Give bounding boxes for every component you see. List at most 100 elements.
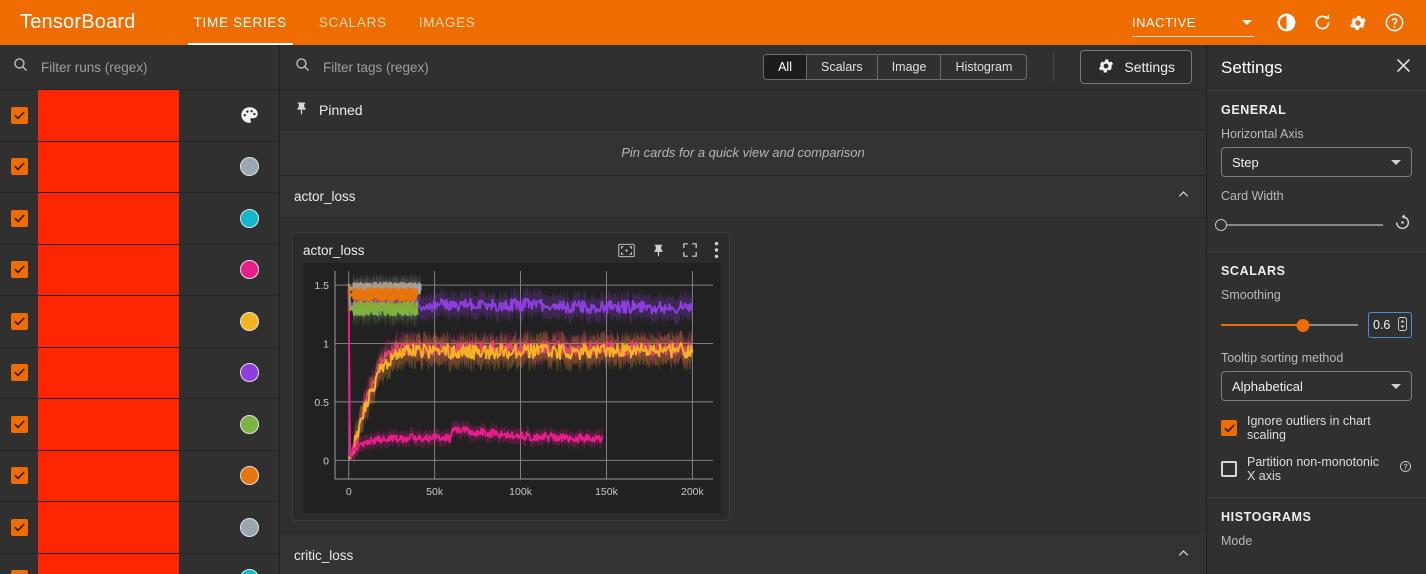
run-color-cell[interactable]: [219, 363, 279, 383]
actor-loss-line-chart[interactable]: 0 0.5 1 1.5 0 50k 100k 150k 200k: [303, 263, 721, 513]
cards-scroll-area[interactable]: Pinned Pin cards for a quick view and co…: [280, 90, 1206, 574]
smoothing-input[interactable]: 0.6: [1368, 312, 1412, 338]
run-row[interactable]: [0, 502, 279, 554]
run-row[interactable]: [0, 450, 279, 502]
tag-filter-input[interactable]: Filter tags (regex): [323, 60, 751, 75]
run-color-cell[interactable]: [219, 311, 279, 331]
run-status-select[interactable]: INACTIVE: [1132, 9, 1254, 37]
more-vert-icon[interactable]: [714, 241, 719, 259]
tab-images[interactable]: IMAGES: [403, 0, 492, 45]
run-color-cell[interactable]: [219, 260, 279, 280]
run-checkbox-cell[interactable]: [0, 312, 38, 330]
reset-icon[interactable]: [1393, 213, 1412, 237]
card-width-slider[interactable]: [1215, 219, 1383, 231]
tab-time-series[interactable]: TIME SERIES: [178, 0, 303, 45]
reload-icon[interactable]: [1304, 5, 1340, 41]
run-color-cell[interactable]: [219, 414, 279, 434]
fit-to-domain-icon[interactable]: [618, 243, 635, 258]
run-color-swatch[interactable]: [239, 208, 259, 228]
stepper-icon[interactable]: [1398, 316, 1407, 334]
smoothing-slider[interactable]: [1221, 318, 1358, 332]
run-checkbox-cell[interactable]: [0, 518, 38, 536]
run-checkbox-cell[interactable]: [0, 364, 38, 382]
run-row[interactable]: [0, 90, 279, 142]
gear-icon[interactable]: [1340, 5, 1376, 41]
run-checkbox-cell[interactable]: [0, 158, 38, 176]
smoothing-slider-thumb[interactable]: [1296, 318, 1310, 332]
ignore-outliers-row[interactable]: Ignore outliers in chart scaling: [1221, 414, 1412, 442]
run-checkbox-cell[interactable]: [0, 106, 38, 124]
run-checkbox[interactable]: [10, 106, 28, 124]
pin-icon: [294, 100, 309, 120]
close-icon[interactable]: [1395, 57, 1412, 79]
chip-histogram[interactable]: Histogram: [941, 55, 1026, 79]
run-color-swatch[interactable]: [239, 363, 259, 383]
runs-filter-row[interactable]: Filter runs (regex): [0, 45, 279, 90]
run-color-swatch[interactable]: [239, 517, 259, 537]
run-checkbox-cell[interactable]: [0, 570, 38, 574]
run-checkbox[interactable]: [10, 415, 28, 433]
run-checkbox-cell[interactable]: [0, 467, 38, 485]
smoothing-label: Smoothing: [1221, 288, 1281, 302]
horizontal-axis-select[interactable]: Step: [1221, 147, 1412, 177]
runs-filter-input[interactable]: Filter runs (regex): [41, 60, 148, 75]
chevron-up-icon[interactable]: [1175, 186, 1192, 208]
settings-button[interactable]: Settings: [1080, 50, 1192, 84]
pin-icon[interactable]: [651, 242, 666, 258]
run-row[interactable]: [0, 296, 279, 348]
scalar-card-actor-loss[interactable]: actor_loss 0 0.5 1 1.5 0 50k 100k 150k 2…: [292, 232, 730, 521]
partition-x-axis-checkbox[interactable]: [1221, 461, 1237, 477]
chip-scalars[interactable]: Scalars: [807, 55, 878, 79]
run-color-swatch[interactable]: [239, 311, 259, 331]
run-color-swatch[interactable]: [239, 157, 259, 177]
partition-x-axis-row[interactable]: Partition non-monotonic X axis: [1221, 455, 1412, 483]
brightness-icon[interactable]: [1268, 5, 1304, 41]
run-row[interactable]: [0, 399, 279, 451]
chip-all[interactable]: All: [764, 55, 807, 79]
run-row[interactable]: [0, 141, 279, 193]
run-checkbox-cell[interactable]: [0, 209, 38, 227]
run-row[interactable]: [0, 553, 279, 574]
chip-image[interactable]: Image: [878, 55, 942, 79]
run-color-cell[interactable]: [219, 517, 279, 537]
group-header-actor-loss[interactable]: actor_loss: [280, 176, 1206, 218]
help-icon[interactable]: [1376, 5, 1412, 41]
run-color-cell[interactable]: [219, 157, 279, 177]
tab-scalars[interactable]: SCALARS: [303, 0, 403, 45]
redacted-run-name: [38, 347, 179, 398]
histograms-heading: HISTOGRAMS: [1221, 510, 1312, 524]
run-checkbox[interactable]: [10, 209, 28, 227]
group-header-critic-loss[interactable]: critic_loss: [280, 535, 1206, 574]
palette-icon[interactable]: [239, 105, 260, 126]
run-color-cell[interactable]: [219, 466, 279, 486]
run-name-cell: [38, 553, 219, 574]
run-row[interactable]: [0, 347, 279, 399]
run-checkbox[interactable]: [10, 261, 28, 279]
run-color-swatch[interactable]: [239, 466, 259, 486]
help-icon[interactable]: [1399, 460, 1412, 478]
run-row[interactable]: [0, 193, 279, 245]
run-checkbox-cell[interactable]: [0, 261, 38, 279]
ignore-outliers-checkbox[interactable]: [1221, 420, 1237, 436]
redacted-run-name: [38, 141, 179, 192]
chart-plot-area[interactable]: 0 0.5 1 1.5 0 50k 100k 150k 200k: [303, 263, 721, 518]
chevron-up-icon[interactable]: [1175, 545, 1192, 567]
tooltip-sort-select[interactable]: Alphabetical: [1221, 371, 1412, 401]
run-checkbox-cell[interactable]: [0, 415, 38, 433]
run-color-cell[interactable]: [219, 105, 279, 126]
run-color-cell[interactable]: [219, 208, 279, 228]
run-checkbox[interactable]: [10, 312, 28, 330]
run-checkbox[interactable]: [10, 570, 28, 574]
run-row[interactable]: [0, 244, 279, 296]
run-color-swatch[interactable]: [239, 260, 259, 280]
run-checkbox[interactable]: [10, 364, 28, 382]
general-heading: GENERAL: [1221, 103, 1287, 117]
run-color-swatch[interactable]: [239, 569, 259, 574]
fullscreen-icon[interactable]: [682, 242, 698, 258]
run-checkbox[interactable]: [10, 158, 28, 176]
run-checkbox[interactable]: [10, 467, 28, 485]
run-color-cell[interactable]: [219, 569, 279, 574]
run-color-swatch[interactable]: [239, 414, 259, 434]
run-checkbox[interactable]: [10, 518, 28, 536]
card-width-slider-thumb[interactable]: [1215, 219, 1227, 231]
